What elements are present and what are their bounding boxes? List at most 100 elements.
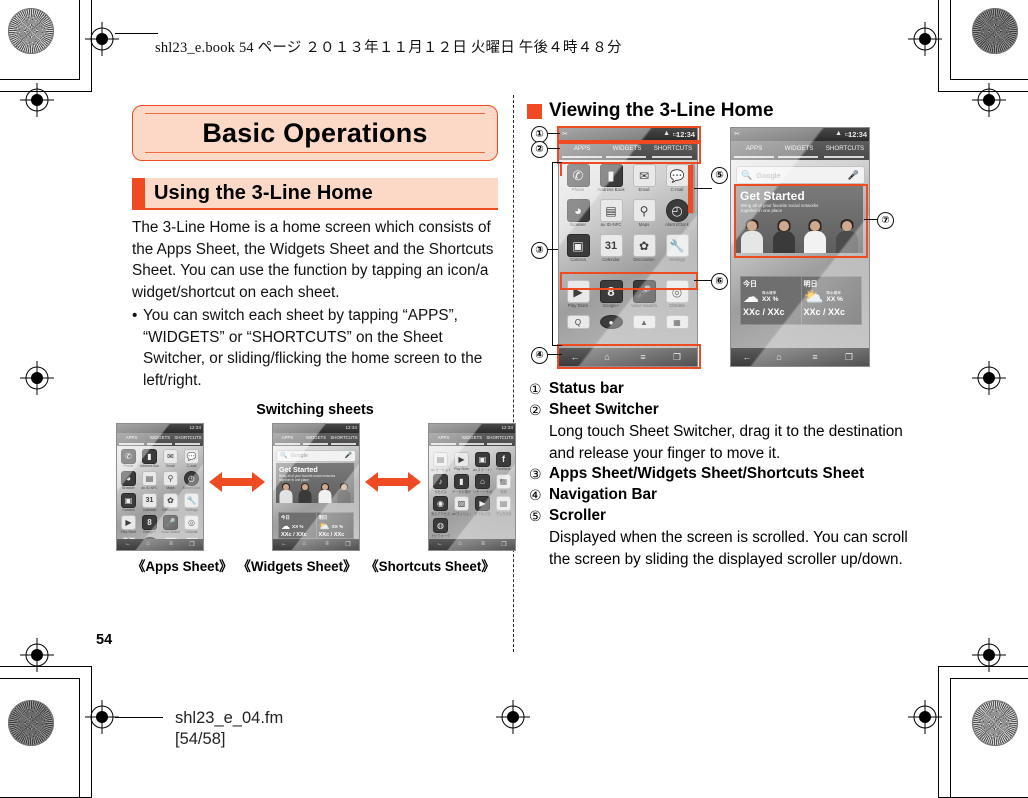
weather-temps: XXc / XXc	[318, 531, 345, 538]
app-icon-decoration[interactable]: ✿ Decoration	[161, 492, 180, 512]
shortcut-book-pass[interactable]: ▤ ブックパス	[494, 495, 513, 516]
app-icon-extra-2[interactable]: ●	[596, 315, 626, 329]
weather-today-label: 今日	[743, 281, 757, 288]
tab-widgets[interactable]: WIDGETS	[777, 145, 821, 152]
shortcut-calculator[interactable]: ▦ 電卓	[494, 473, 513, 494]
app-icon-settings[interactable]: 🔧 Settings	[662, 234, 692, 262]
app-icon-maps[interactable]: ⚲ Maps	[629, 199, 659, 227]
tab-widgets[interactable]: WIDGETS	[458, 435, 486, 440]
app-icon-calendar[interactable]: 31 Calendar	[596, 234, 626, 262]
menu-icon[interactable]: ≡	[321, 541, 333, 547]
swap-arrow-left	[209, 423, 265, 549]
shortcut-play-store[interactable]: ▶ Play Store	[452, 451, 471, 471]
tab-shortcuts[interactable]: SHORTCUTS	[330, 435, 358, 440]
app-icon-email[interactable]: ✉ Email	[161, 448, 180, 468]
google-search-bar[interactable]: 🔍 Google 🎤	[736, 166, 865, 184]
app-icon-extra-3[interactable]: ▲	[629, 315, 659, 329]
menu-icon[interactable]: ≡	[477, 541, 489, 547]
app-icon-settings[interactable]: 🔧 Settings	[182, 492, 201, 512]
tab-shortcuts[interactable]: SHORTCUTS	[823, 145, 867, 152]
sheet-switcher: APPS WIDGETS SHORTCUTS	[117, 432, 203, 446]
weather-widget[interactable]: 今日 ☁ XX % XXc / XXc 明日 ⛅ XX % XXc / XXc	[278, 511, 354, 539]
tab-apps[interactable]: APPS	[430, 435, 457, 440]
app-icon-decoration[interactable]: ✿ Decoration	[629, 234, 659, 262]
tab-shortcuts[interactable]: SHORTCUTS	[174, 435, 202, 440]
recents-icon[interactable]: ❐	[186, 541, 198, 548]
app-icon-maps[interactable]: ⚲ Maps	[161, 470, 180, 490]
app-icon-camera[interactable]: ▣ Camera	[563, 234, 593, 262]
footer-range: [54/58]	[175, 730, 226, 749]
thumb-apps-sheet: 12:34 APPS WIDGETS SHORTCUTS ✆ Phone ▮ Add…	[116, 422, 204, 551]
app-icon-browser[interactable]: ◕ Browser	[563, 199, 593, 227]
tab-widgets[interactable]: WIDGETS	[302, 435, 330, 440]
app-icon-google-plus[interactable]: 8 Google+	[140, 514, 159, 534]
get-started-widget[interactable]: Get Started Bring all of your favorite s…	[276, 462, 354, 503]
shortcut-uta-pass[interactable]: ♪ うたパス	[431, 473, 450, 494]
registration-target-top-left	[85, 22, 119, 56]
shortcut-video-pass[interactable]: ▶ ビデオパス	[473, 495, 492, 516]
app-icon-camera[interactable]: ▣ Camera	[119, 492, 138, 512]
app-icon-calendar[interactable]: 31 Calendar	[140, 492, 159, 512]
app-icon-extra-1[interactable]: Q	[563, 315, 593, 329]
navigation-bar: ← ⌂ ≡ ❐	[429, 538, 515, 550]
sheet-switcher[interactable]: APPS WIDGETS SHORTCUTS	[731, 141, 869, 160]
tab-apps[interactable]: APPS	[733, 145, 775, 152]
shortcut-au-market[interactable]: ▤ au マーケット	[431, 451, 450, 472]
registration-rosette-tr	[972, 8, 1018, 54]
thumb-widgets-sheet: 12:34 APPS WIDGETS SHORTCUTS 🔍 Google 🎤	[272, 422, 360, 551]
registration-rosette-tl	[8, 8, 54, 54]
registration-target-right-upper	[972, 83, 1006, 117]
menu-icon[interactable]: ≡	[807, 352, 823, 362]
app-icon-phone[interactable]: ✆ Phone	[119, 448, 138, 468]
app-icon-au-id[interactable]: ▤ au ID-NFC	[596, 199, 626, 227]
app-icon-browser[interactable]: ◕ Browser	[119, 470, 138, 490]
recents-icon[interactable]: ❐	[841, 352, 857, 363]
section-heading: Using the 3-Line Home	[132, 178, 498, 210]
shortcut-facebook[interactable]: f Facebook	[494, 451, 513, 471]
tab-apps[interactable]: APPS	[118, 435, 145, 440]
google-search-bar[interactable]: 🔍 Google 🎤	[276, 449, 356, 462]
home-icon[interactable]: ⌂	[142, 541, 154, 547]
shortcut-remote-support[interactable]: ⌂リモートサポート	[473, 473, 492, 494]
recents-icon[interactable]: ❐	[342, 541, 354, 548]
back-icon[interactable]: ←	[122, 541, 134, 547]
shortcut-data-backup[interactable]: ▮データお預かり	[452, 473, 471, 494]
weather-widget[interactable]: 今日 ☁ 降水確率 XX % XXc / XXc 明日 ⛅ 降水確率 XX %	[740, 276, 862, 325]
app-icon-address-book[interactable]: ▮ Address Book	[140, 448, 159, 468]
app-icon-cmail[interactable]: 💬 C-mail	[182, 448, 201, 468]
back-icon[interactable]: ←	[434, 541, 446, 547]
home-icon[interactable]: ⌂	[298, 541, 310, 547]
app-icon-extra-4[interactable]: ▦	[662, 315, 692, 329]
shortcut-safe-access[interactable]: ◉ 安心アクセス	[431, 495, 450, 516]
switcher-underline-1	[275, 442, 300, 445]
search-input[interactable]: Google	[756, 171, 781, 180]
home-icon[interactable]: ⌂	[771, 352, 787, 362]
item-number: ⑤	[529, 508, 542, 525]
shortcut-smart-pass[interactable]: ▣au スマートパス	[473, 451, 492, 472]
app-icon-chrome[interactable]: ◎ Chrome	[182, 514, 201, 534]
status-bar: 12:34	[429, 423, 515, 433]
mic-icon[interactable]: 🎤	[848, 170, 859, 181]
tab-apps[interactable]: APPS	[274, 435, 301, 440]
mic-icon[interactable]: 🎤	[345, 452, 352, 459]
banner-rule-bottom	[145, 151, 485, 153]
recents-icon[interactable]: ❐	[498, 541, 510, 548]
item-label: Navigation Bar	[549, 486, 657, 504]
home-icon[interactable]: ⌂	[454, 541, 466, 547]
status-time: 12:34	[848, 130, 867, 139]
tab-widgets[interactable]: WIDGETS	[146, 435, 174, 440]
app-icon-voice-search[interactable]: 🎤 Voice Search	[161, 514, 180, 534]
menu-icon[interactable]: ≡	[165, 541, 177, 547]
apps-sheet-screen: 12:34 APPS WIDGETS SHORTCUTS ✆ Phone ▮ Add…	[116, 422, 204, 551]
back-icon[interactable]: ←	[278, 541, 290, 547]
back-icon[interactable]: ←	[739, 352, 755, 362]
app-icon-play-store[interactable]: ▶ Play Store	[119, 514, 138, 534]
app-icon-clock[interactable]: ◴ Alarm/Clock	[182, 470, 201, 490]
switcher-underline-1	[119, 442, 144, 445]
search-input[interactable]: Google	[290, 453, 307, 459]
tab-shortcuts[interactable]: SHORTCUTS	[486, 435, 514, 440]
app-icon-au-id[interactable]: ▤ au ID-NFC	[140, 470, 159, 490]
shortcut-navi-walk[interactable]: ◍ ナビウォーク	[431, 517, 450, 538]
sheet-captions: 《Apps Sheet》 《Widgets Sheet》 《Shortcuts …	[132, 551, 498, 575]
shortcut-au-widget[interactable]: ▨au ウィジェット	[452, 495, 471, 516]
